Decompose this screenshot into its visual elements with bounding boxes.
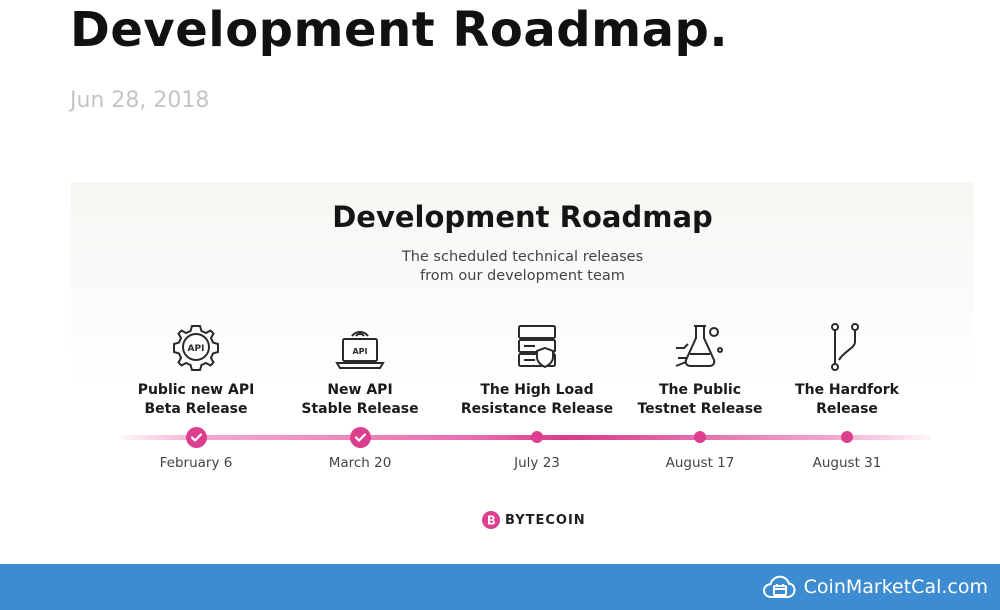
api-gear-icon: API: [170, 322, 222, 372]
roadmap-subtitle-line: The scheduled technical releases: [401, 249, 644, 265]
milestone-date: March 20: [328, 455, 392, 471]
api-icon-text: API: [188, 344, 205, 354]
roadmap-image: Development Roadmap The scheduled techni…: [71, 182, 974, 566]
milestone-date: August 17: [665, 455, 735, 471]
milestone-label: New API Stable Release: [260, 381, 460, 419]
milestone-label-line: Stable Release: [301, 401, 419, 417]
footer-bar: CoinMarketCal.com: [0, 564, 1000, 610]
milestone-date: August 31: [812, 455, 882, 471]
roadmap-subtitle: The scheduled technical releases from ou…: [71, 248, 974, 286]
milestone-date: February 6: [159, 455, 233, 471]
milestone-label-line: New API: [327, 382, 393, 398]
completed-check-icon: [185, 427, 207, 448]
roadmap-title: Development Roadmap: [332, 200, 713, 234]
timeline-dot: [841, 431, 853, 443]
server-shield-icon: [511, 322, 563, 372]
bytecoin-wordmark: BYTECOIN: [505, 512, 586, 528]
roadmap-subtitle-line: from our development team: [420, 268, 625, 284]
timeline-line: [121, 435, 931, 440]
completed-check-icon: [349, 427, 371, 448]
site-link[interactable]: CoinMarketCal.com: [804, 576, 988, 598]
timeline-dot: [531, 431, 543, 443]
bytecoin-brand: BYTECOIN: [482, 510, 586, 530]
api-laptop-icon: API: [334, 322, 386, 372]
timeline-dot: [694, 431, 706, 443]
cloud-calendar-icon: [762, 573, 796, 601]
event-date: Jun 28, 2018: [70, 88, 210, 113]
milestone-label-line: Release: [816, 401, 878, 417]
bytecoin-logo-icon: [482, 511, 500, 529]
footer-brand[interactable]: CoinMarketCal.com: [762, 573, 988, 601]
page-title: Development Roadmap.: [70, 2, 729, 58]
api-icon-text: API: [352, 347, 367, 356]
milestone-label: The Hardfork Release: [747, 381, 947, 419]
milestone-date: July 23: [514, 455, 560, 471]
git-fork-icon: [821, 322, 873, 372]
test-flask-icon: [674, 322, 726, 372]
milestone-label-line: The Hardfork: [795, 382, 899, 398]
